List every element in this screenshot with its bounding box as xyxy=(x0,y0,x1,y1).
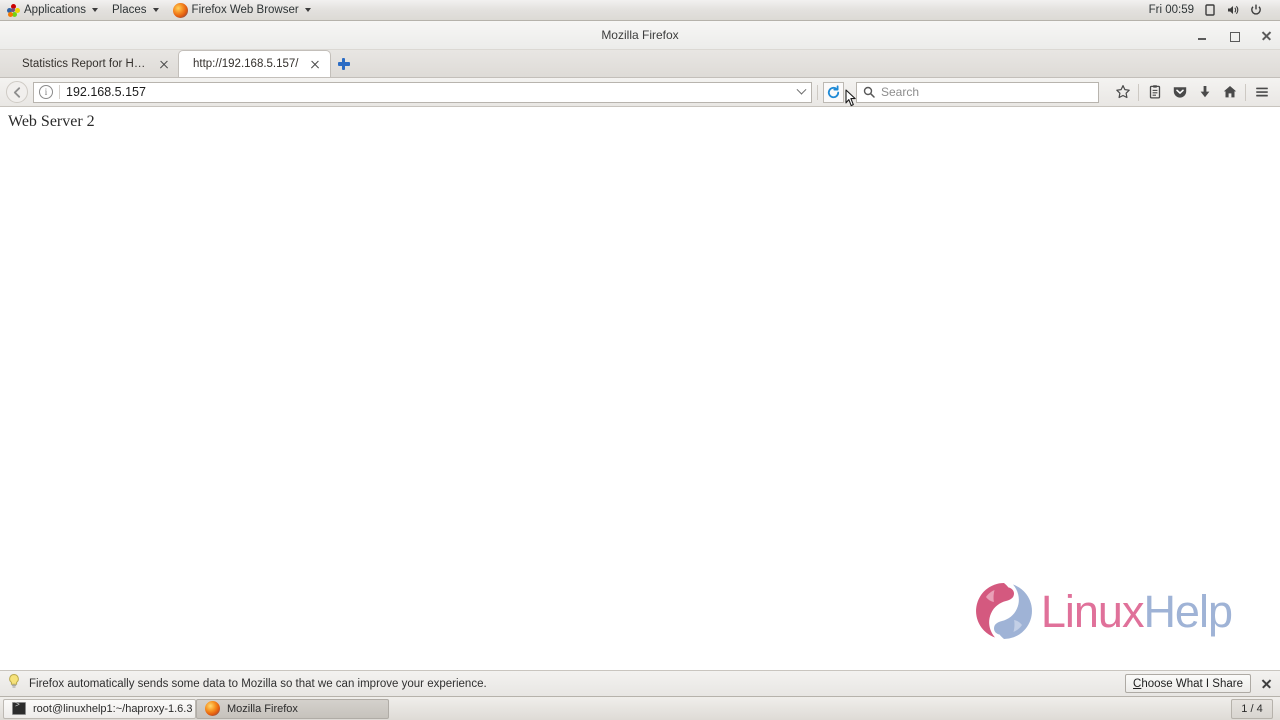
linuxhelp-watermark: LinuxHelp xyxy=(972,579,1233,643)
window-title: Mozilla Firefox xyxy=(601,28,679,42)
chevron-down-icon xyxy=(152,8,159,12)
close-button[interactable] xyxy=(1259,29,1273,43)
volume-icon[interactable] xyxy=(1226,3,1240,17)
back-button[interactable] xyxy=(6,81,28,103)
browser-tab-statistics[interactable]: Statistics Report for HA... xyxy=(8,51,178,77)
accesskey-letter: C xyxy=(1133,677,1142,690)
applications-menu-label: Applications xyxy=(24,4,87,16)
power-icon[interactable] xyxy=(1249,3,1263,17)
notification-message: Firefox automatically sends some data to… xyxy=(29,677,487,690)
firefox-window: Mozilla Firefox Statistics Report for HA… xyxy=(0,21,1280,696)
tab-close-icon[interactable] xyxy=(309,58,322,71)
browser-tab-webserver[interactable]: http://192.168.5.157/ xyxy=(178,50,331,77)
url-input[interactable]: 192.168.5.157 xyxy=(66,85,793,99)
taskbar-item-label: Mozilla Firefox xyxy=(227,702,298,715)
notification-close-icon[interactable] xyxy=(1259,677,1273,691)
applications-menu[interactable]: Applications xyxy=(0,0,105,20)
downloads-icon[interactable] xyxy=(1192,80,1217,104)
button-label-rest: hoose What I Share xyxy=(1141,677,1243,690)
places-menu[interactable]: Places xyxy=(105,0,166,20)
active-application-label: Firefox Web Browser xyxy=(191,4,299,16)
divider xyxy=(1245,83,1246,101)
clock[interactable]: Fri 00:59 xyxy=(1149,4,1194,16)
linuxhelp-logo-icon xyxy=(972,579,1036,643)
tab-close-icon[interactable] xyxy=(157,58,170,71)
wordmark-linux: Linux xyxy=(1040,585,1145,637)
chevron-down-icon xyxy=(92,8,99,12)
workspace-switcher[interactable]: 1 / 4 xyxy=(1231,698,1273,719)
gnome-top-panel: Applications Places Firefox Web Browser … xyxy=(0,0,1280,21)
minimize-button[interactable] xyxy=(1195,29,1209,43)
urlbar-dropdown-button[interactable] xyxy=(793,83,809,102)
firefox-icon xyxy=(172,2,188,18)
bookmark-star-icon[interactable] xyxy=(1110,80,1135,104)
taskbar: root@linuxhelp1:~/haproxy-1.6.3 Mozilla … xyxy=(0,696,1280,720)
search-bar[interactable]: Search xyxy=(856,81,1099,103)
tab-label: http://192.168.5.157/ xyxy=(193,58,299,70)
page-content: Web Server 2 LinuxHelp xyxy=(0,107,1280,670)
taskbar-item-firefox[interactable]: Mozilla Firefox xyxy=(196,698,389,719)
window-titlebar: Mozilla Firefox xyxy=(0,21,1280,50)
reload-icon xyxy=(827,84,840,98)
search-input[interactable]: Search xyxy=(881,85,919,99)
divider xyxy=(59,85,60,99)
window-controls xyxy=(1195,21,1273,50)
navigation-toolbar: i 192.168.5.157 Search xyxy=(0,78,1280,107)
display-icon[interactable] xyxy=(1203,3,1217,17)
chevron-down-icon xyxy=(796,84,806,95)
toolbar-icon-group xyxy=(1110,80,1274,104)
linuxhelp-wordmark: LinuxHelp xyxy=(1040,585,1233,637)
page-heading: Web Server 2 xyxy=(8,113,95,130)
divider xyxy=(1138,83,1139,101)
lightbulb-icon xyxy=(7,673,21,694)
choose-what-i-share-button[interactable]: Choose What I Share xyxy=(1125,674,1251,693)
notification-bar: Firefox automatically sends some data to… xyxy=(0,670,1280,696)
info-icon[interactable]: i xyxy=(39,85,53,99)
url-bar[interactable]: i 192.168.5.157 xyxy=(33,81,812,103)
back-arrow-icon xyxy=(13,86,20,98)
reload-button[interactable] xyxy=(823,81,844,103)
panel-status-area: Fri 00:59 xyxy=(1149,3,1280,17)
active-application-menu[interactable]: Firefox Web Browser xyxy=(166,0,318,20)
wordmark-help: Help xyxy=(1143,585,1233,637)
applications-starburst-icon xyxy=(7,3,20,17)
taskbar-item-terminal[interactable]: root@linuxhelp1:~/haproxy-1.6.3 xyxy=(3,698,196,719)
menu-hamburger-icon[interactable] xyxy=(1249,80,1274,104)
places-menu-label: Places xyxy=(112,4,147,16)
terminal-icon xyxy=(12,701,26,715)
library-icon[interactable] xyxy=(1142,80,1167,104)
search-icon xyxy=(863,86,875,98)
new-tab-button[interactable] xyxy=(333,51,355,77)
tab-label: Statistics Report for HA... xyxy=(22,58,147,70)
pocket-icon[interactable] xyxy=(1167,80,1192,104)
firefox-icon xyxy=(205,701,220,716)
home-icon[interactable] xyxy=(1217,80,1242,104)
plus-icon xyxy=(337,58,350,70)
divider xyxy=(817,84,818,100)
taskbar-item-label: root@linuxhelp1:~/haproxy-1.6.3 xyxy=(33,702,193,715)
chevron-down-icon xyxy=(304,8,311,12)
maximize-button[interactable] xyxy=(1227,29,1241,43)
tab-strip: Statistics Report for HA... http://192.1… xyxy=(0,50,1280,78)
